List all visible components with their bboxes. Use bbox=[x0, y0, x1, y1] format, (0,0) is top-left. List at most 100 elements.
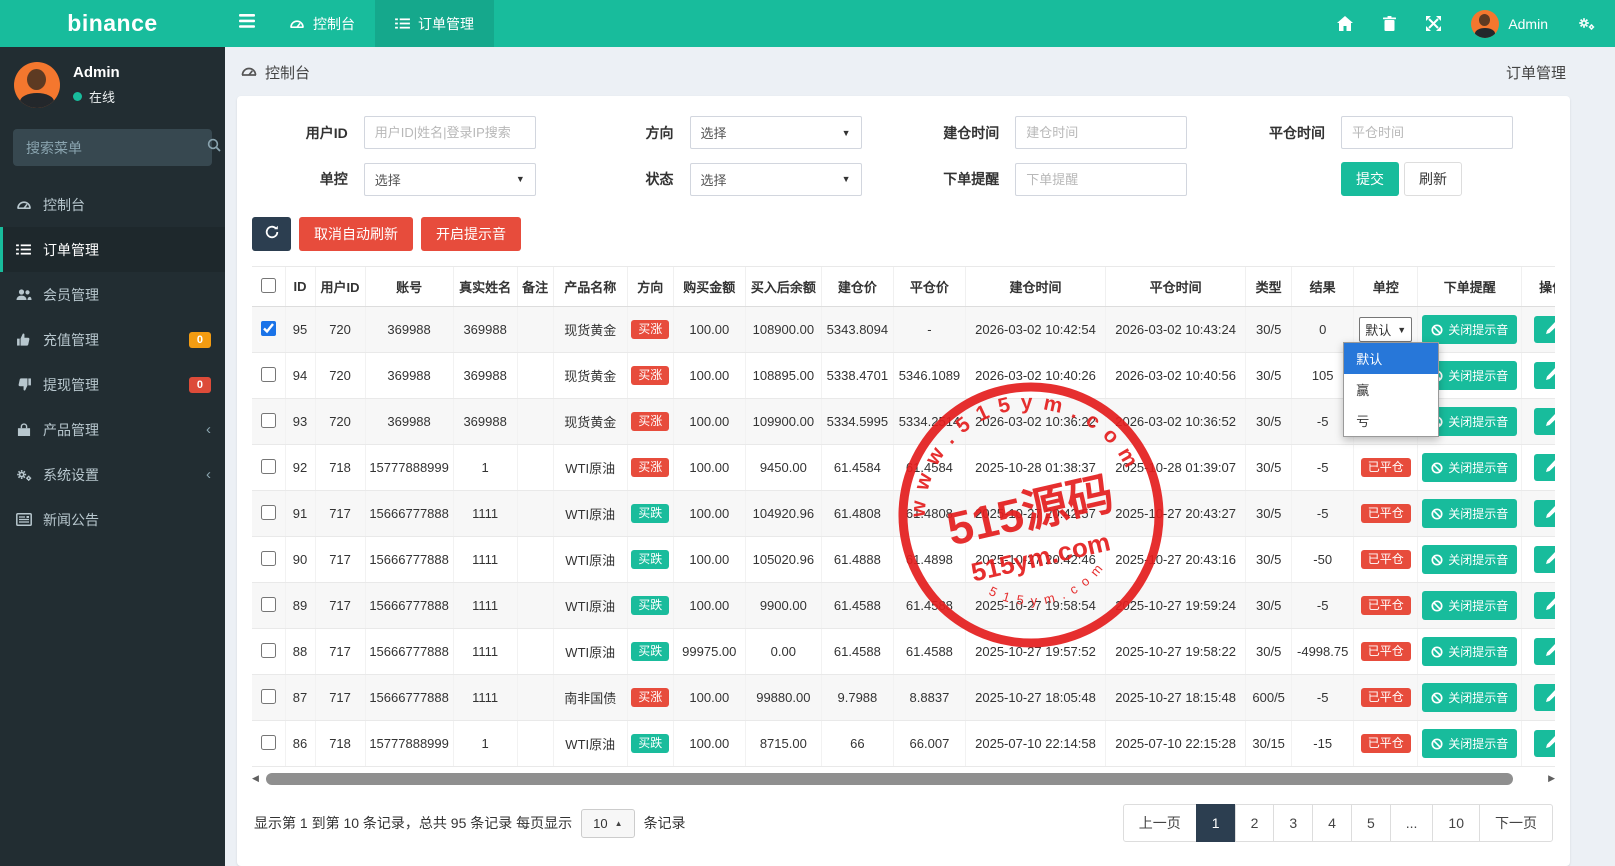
page-button-...[interactable]: ... bbox=[1389, 804, 1434, 842]
reload-button[interactable] bbox=[252, 217, 291, 251]
close-time-input[interactable] bbox=[1341, 116, 1513, 149]
column-header: 平仓价 bbox=[892, 266, 966, 307]
row-checkbox[interactable] bbox=[260, 504, 276, 520]
edit-button[interactable] bbox=[1534, 638, 1555, 665]
row-checkbox[interactable] bbox=[260, 366, 276, 382]
sidebar-item-充值管理[interactable]: 充值管理 0 bbox=[0, 317, 225, 362]
cell-balance: 0.00 bbox=[744, 628, 822, 675]
dropdown-option[interactable]: 亏 bbox=[1344, 405, 1438, 436]
nav-tab-控制台[interactable]: 控制台 bbox=[269, 0, 375, 47]
prev-page-button[interactable]: 上一页 bbox=[1122, 804, 1197, 842]
pencil-icon bbox=[1546, 506, 1555, 521]
sidebar-search[interactable] bbox=[13, 129, 221, 166]
scroll-left-arrow[interactable]: ◀ bbox=[252, 773, 264, 784]
page-button-4[interactable]: 4 bbox=[1312, 804, 1352, 842]
nav-tab-订单管理[interactable]: 订单管理 bbox=[375, 0, 494, 47]
row-checkbox[interactable] bbox=[260, 688, 276, 704]
cell-open-time: 2025-10-27 19:58:54 bbox=[964, 582, 1106, 629]
close-sound-button[interactable]: 关闭提示音 bbox=[1422, 637, 1518, 666]
row-checkbox[interactable] bbox=[260, 734, 276, 750]
scrollbar-thumb[interactable] bbox=[266, 772, 1513, 785]
close-sound-button[interactable]: 关闭提示音 bbox=[1422, 545, 1518, 574]
cancel-auto-refresh-button[interactable]: 取消自动刷新 bbox=[299, 217, 413, 251]
sidebar-search-input[interactable] bbox=[26, 139, 207, 156]
next-page-button[interactable]: 下一页 bbox=[1479, 804, 1553, 842]
close-sound-button[interactable]: 关闭提示音 bbox=[1422, 591, 1518, 620]
cell-direction: 买涨 bbox=[626, 398, 674, 445]
page-button-3[interactable]: 3 bbox=[1273, 804, 1314, 842]
orders-table: ID 用户ID 账号 真实姓名 备注 产品名称 方向 购买金额 买入后余额 建仓价 平仓价 建仓时间平… bbox=[252, 266, 1555, 767]
brand-logo[interactable]: binance bbox=[0, 0, 225, 47]
control-select[interactable]: 选择 ▼ bbox=[363, 162, 536, 196]
table-row: 89 717 15666777888 1111 WTI原油 买跌 100.00 9900.00… bbox=[252, 582, 1555, 629]
page-button-2[interactable]: 2 bbox=[1234, 804, 1275, 842]
edit-button[interactable] bbox=[1534, 730, 1555, 757]
submit-button[interactable]: 提交 bbox=[1341, 162, 1399, 196]
scrollbar-track[interactable] bbox=[264, 772, 1543, 785]
edit-button[interactable] bbox=[1534, 592, 1555, 619]
dropdown-option[interactable]: 默认 bbox=[1344, 343, 1439, 374]
sidebar-item-新闻公告[interactable]: 新闻公告 bbox=[0, 497, 225, 542]
row-checkbox[interactable] bbox=[260, 320, 276, 336]
sidebar-item-产品管理[interactable]: 产品管理 ‹ bbox=[0, 407, 225, 452]
close-sound-button[interactable]: 关闭提示音 bbox=[1422, 315, 1518, 344]
search-icon[interactable] bbox=[207, 138, 221, 157]
row-checkbox[interactable] bbox=[260, 412, 276, 428]
gauge-icon bbox=[15, 198, 32, 211]
home-icon[interactable] bbox=[1337, 16, 1354, 31]
page-size-select[interactable]: 10 ▲ bbox=[581, 808, 635, 838]
select-all-checkbox[interactable] bbox=[260, 277, 276, 293]
edit-button[interactable] bbox=[1534, 684, 1555, 711]
breadcrumb-left[interactable]: 控制台 bbox=[265, 62, 310, 83]
sidebar-item-提现管理[interactable]: 提现管理 0 bbox=[0, 362, 225, 407]
scroll-right-arrow[interactable]: ▶ bbox=[1543, 773, 1555, 784]
navbar-tabs: 控制台 订单管理 bbox=[225, 0, 494, 47]
sidebar-item-控制台[interactable]: 控制台 bbox=[0, 182, 225, 227]
page-button-1[interactable]: 1 bbox=[1195, 804, 1236, 842]
chevron-up-icon: ▲ bbox=[614, 818, 623, 828]
close-sound-button[interactable]: 关闭提示音 bbox=[1422, 453, 1518, 482]
close-sound-button[interactable]: 关闭提示音 bbox=[1422, 729, 1518, 758]
breadcrumb: 控制台 bbox=[241, 62, 310, 83]
cell-remind: 关闭提示音 bbox=[1417, 536, 1522, 583]
cell-account: 369988 bbox=[364, 352, 454, 399]
expand-icon[interactable] bbox=[1426, 16, 1442, 31]
edit-button[interactable] bbox=[1534, 362, 1555, 389]
row-control-select[interactable]: 默认 ▼ bbox=[1359, 317, 1413, 342]
user-menu[interactable]: Admin bbox=[1471, 9, 1548, 38]
edit-button[interactable] bbox=[1534, 454, 1555, 481]
refresh-button[interactable]: 刷新 bbox=[1404, 162, 1462, 196]
enable-sound-button[interactable]: 开启提示音 bbox=[421, 217, 521, 251]
page-button-10[interactable]: 10 bbox=[1432, 804, 1480, 842]
status-select[interactable]: 选择 ▼ bbox=[689, 162, 862, 196]
table-header-row: ID 用户ID 账号 真实姓名 备注 产品名称 方向 购买金额 买入后余额 建仓价 平仓价 建仓时间平… bbox=[252, 266, 1555, 307]
close-sound-button[interactable]: 关闭提示音 bbox=[1422, 499, 1518, 528]
user-id-input[interactable] bbox=[363, 116, 536, 149]
edit-button[interactable] bbox=[1534, 500, 1555, 527]
pagination: 上一页 1 2 3 4 5... 10 下一页 bbox=[1122, 804, 1553, 842]
open-time-input[interactable] bbox=[1015, 116, 1188, 149]
row-checkbox[interactable] bbox=[260, 458, 276, 474]
cell-account: 15777888999 bbox=[364, 720, 454, 767]
edit-button[interactable] bbox=[1534, 408, 1555, 435]
row-checkbox[interactable] bbox=[260, 550, 276, 566]
row-checkbox[interactable] bbox=[260, 642, 276, 658]
sidebar-item-会员管理[interactable]: 会员管理 bbox=[0, 272, 225, 317]
sidebar-toggle-button[interactable] bbox=[225, 0, 269, 47]
pencil-icon bbox=[1546, 736, 1555, 751]
dropdown-option[interactable]: 赢 bbox=[1344, 374, 1438, 405]
edit-button[interactable] bbox=[1534, 546, 1555, 573]
thumb-up-icon bbox=[15, 333, 32, 346]
trash-icon[interactable] bbox=[1383, 16, 1397, 31]
cell-id: 87 bbox=[284, 674, 316, 721]
page-button-5[interactable]: 5 bbox=[1350, 804, 1391, 842]
sidebar-item-订单管理[interactable]: 订单管理 bbox=[0, 227, 225, 272]
sidebar-item-系统设置[interactable]: 系统设置 ‹ bbox=[0, 452, 225, 497]
row-checkbox[interactable] bbox=[260, 596, 276, 612]
cell-note bbox=[516, 352, 554, 399]
cogs-icon[interactable] bbox=[1578, 16, 1595, 31]
remind-input[interactable] bbox=[1015, 162, 1188, 196]
direction-select[interactable]: 选择 ▼ bbox=[689, 116, 862, 149]
close-sound-button[interactable]: 关闭提示音 bbox=[1422, 683, 1518, 712]
edit-button[interactable] bbox=[1534, 316, 1555, 343]
